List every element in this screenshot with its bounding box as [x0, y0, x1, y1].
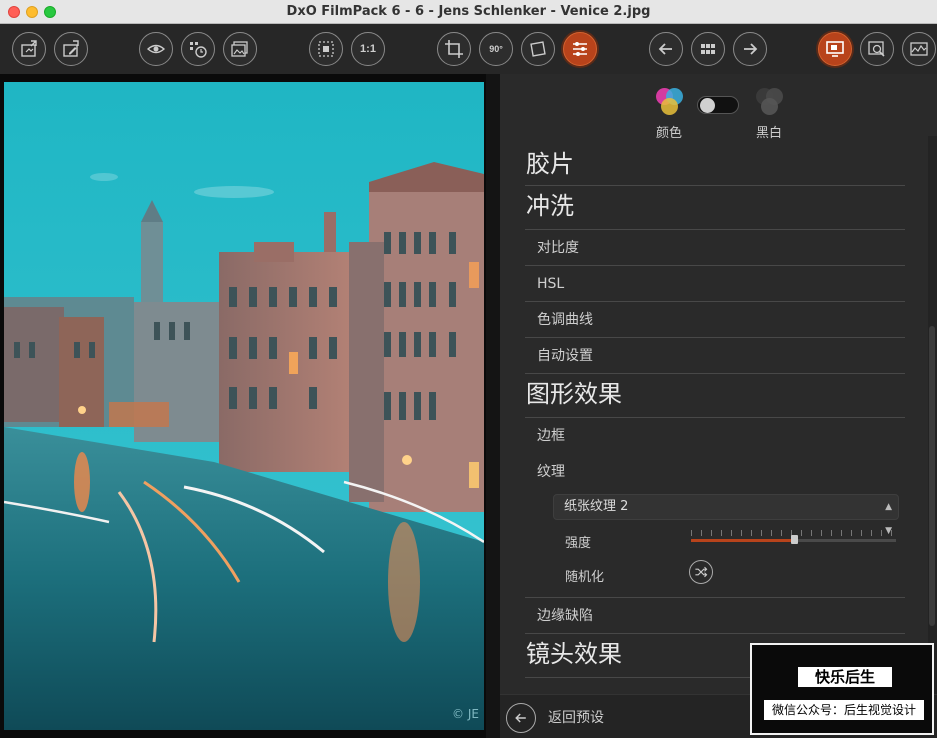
window-title: DxO FilmPack 6 - 6 - Jens Schlenker - Ve… [286, 4, 651, 19]
scrollbar-thumb[interactable] [929, 326, 935, 626]
section-film[interactable]: 胶片 [525, 144, 905, 186]
crop-button[interactable] [437, 32, 471, 66]
texture-select-value: 纸张纹理 2 [564, 499, 629, 514]
straighten-button[interactable] [521, 32, 555, 66]
item-tone-curve[interactable]: 色调曲线 [525, 302, 905, 338]
back-to-presets-label[interactable]: 返回预设 [548, 707, 604, 727]
intensity-row: 强度 [525, 524, 905, 558]
next-image-button[interactable] [733, 32, 767, 66]
arrow-left-icon [515, 713, 526, 723]
overlay-watermark: 快乐后生 微信公众号：后生视觉设计 [750, 643, 934, 735]
images-button[interactable] [223, 32, 257, 66]
panel-scrollbar[interactable] [928, 136, 937, 696]
histogram-icon [910, 42, 928, 56]
arrow-right-icon [744, 43, 758, 55]
display-icon [826, 41, 844, 57]
slider-track [691, 535, 896, 544]
grid-view-button[interactable] [691, 32, 725, 66]
randomize-label: 随机化 [565, 570, 605, 585]
bw-mode[interactable]: 黑白 [752, 88, 786, 141]
fit-icon [318, 41, 334, 57]
back-button[interactable] [506, 703, 536, 733]
texture-select-row: 纸张纹理 2 ▲▼ [525, 490, 905, 536]
compare-button[interactable] [860, 32, 894, 66]
export-button[interactable] [12, 32, 46, 66]
randomize-row: 随机化 [525, 558, 905, 598]
rotate-90-button[interactable]: 90° [479, 32, 513, 66]
fit-button[interactable] [309, 32, 343, 66]
texture-select[interactable]: 纸张纹理 2 ▲▼ [553, 494, 899, 536]
magnifier-image-icon [868, 41, 885, 57]
arrow-left-icon [658, 43, 672, 55]
item-auto-settings[interactable]: 自动设置 [525, 338, 905, 374]
venice-photo: © JE [4, 82, 484, 730]
section-graphic-effects[interactable]: 图形效果 [525, 374, 905, 418]
item-hsl[interactable]: HSL [525, 266, 905, 302]
bw-dots-icon [752, 88, 786, 118]
color-bw-toggle[interactable] [697, 96, 739, 114]
photo-image: © JE [4, 82, 484, 730]
previous-image-button[interactable] [649, 32, 683, 66]
item-contrast[interactable]: 对比度 [525, 230, 905, 266]
shuffle-icon [695, 566, 708, 578]
preview-button[interactable] [139, 32, 173, 66]
item-texture[interactable]: 纹理 [525, 454, 905, 490]
grid-clock-icon [190, 42, 207, 58]
toolbar: 1:1 90° [0, 24, 937, 74]
crop-icon [445, 40, 463, 58]
slider-fill [691, 539, 794, 542]
title-bar: DxO FilmPack 6 - 6 - Jens Schlenker - Ve… [0, 0, 937, 24]
color-mode[interactable]: 颜色 [652, 88, 686, 141]
color-mode-label: 颜色 [655, 125, 682, 140]
sliders-icon [573, 42, 587, 56]
slider-thumb[interactable] [790, 535, 798, 544]
intensity-slider[interactable] [691, 530, 896, 544]
zoom-100-button[interactable]: 1:1 [351, 32, 385, 66]
history-button[interactable] [181, 32, 215, 66]
edit-export-icon [63, 40, 79, 57]
item-frame[interactable]: 边框 [525, 418, 905, 454]
photo-viewer: © JE [0, 74, 500, 738]
panel-divider[interactable] [486, 74, 500, 738]
intensity-label: 强度 [565, 536, 592, 551]
watermark-line-1: 快乐后生 [798, 667, 892, 687]
settings-list: 胶片 冲洗 对比度 HSL 色调曲线 自动设置 图形效果 边框 纹理 纸张纹理 … [525, 144, 905, 678]
bw-mode-label: 黑白 [755, 125, 782, 140]
grid-icon [701, 44, 715, 54]
images-icon [231, 41, 248, 57]
settings-sliders-button[interactable] [563, 32, 597, 66]
edit-export-button[interactable] [54, 32, 88, 66]
watermark-line-2: 微信公众号：后生视觉设计 [764, 700, 924, 720]
histogram-button[interactable] [902, 32, 936, 66]
settings-panel: 颜色 黑白 胶片 冲洗 对比度 HSL 色调曲线 自动设置 图形效果 边框 纹理… [500, 74, 937, 738]
rotate-90-label: 90° [489, 44, 503, 54]
randomize-button[interactable] [689, 560, 713, 584]
display-button[interactable] [818, 32, 852, 66]
toggle-knob [700, 98, 715, 113]
item-edge-defects[interactable]: 边缘缺陷 [525, 598, 905, 634]
color-dots-icon [652, 88, 686, 118]
eye-icon [146, 44, 166, 54]
photo-watermark-text: © JE [452, 707, 479, 721]
straighten-icon [530, 41, 546, 57]
color-mode-row: 颜色 黑白 [500, 74, 937, 144]
export-icon [21, 40, 37, 57]
section-develop[interactable]: 冲洗 [525, 186, 905, 230]
